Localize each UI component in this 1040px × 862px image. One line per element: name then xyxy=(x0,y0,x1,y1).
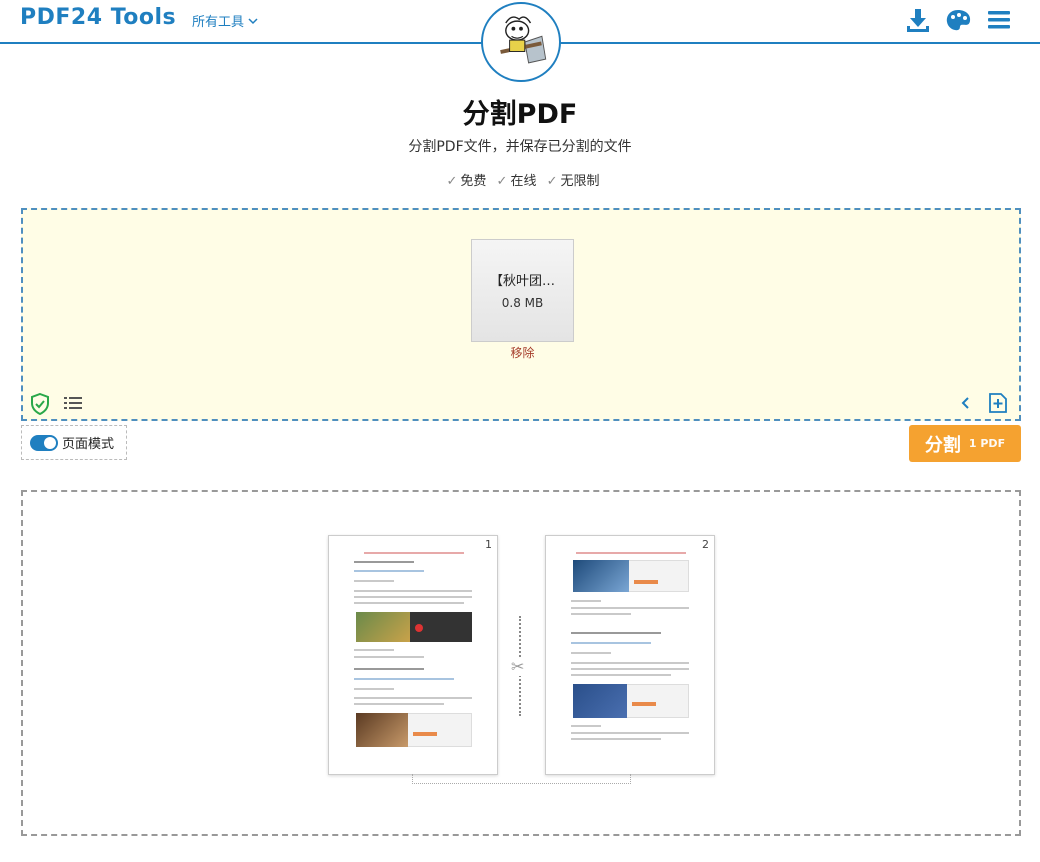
remove-file-button[interactable]: 移除 xyxy=(471,344,574,361)
page-number: 1 xyxy=(485,538,492,551)
split-button[interactable]: 分割 1 PDF xyxy=(909,425,1021,462)
feature-badges: ✓ 免费 ✓ 在线 ✓ 无限制 xyxy=(0,170,1040,189)
all-tools-dropdown[interactable]: 所有工具 xyxy=(192,11,258,30)
page-mode-toggle-box: 页面模式 xyxy=(21,425,127,460)
check-icon: ✓ xyxy=(546,174,558,189)
page-thumbnail-1[interactable]: 1 xyxy=(328,535,498,775)
page-subtitle: 分割PDF文件，并保存已分割的文件 xyxy=(408,139,632,155)
page-title: 分割PDF xyxy=(462,99,578,130)
palette-icon[interactable] xyxy=(944,6,972,34)
file-size: 0.8 MB xyxy=(501,296,544,310)
list-view-icon[interactable] xyxy=(63,395,83,411)
mascot-logo[interactable] xyxy=(481,2,561,82)
page-mode-toggle[interactable] xyxy=(30,434,58,451)
page-mode-label: 页面模式 xyxy=(62,437,115,452)
add-file-icon[interactable] xyxy=(988,392,1008,414)
chevron-down-icon xyxy=(248,17,258,24)
split-count: 1 PDF xyxy=(968,437,1006,450)
check-icon: ✓ xyxy=(446,174,458,189)
split-button-label: 分割 xyxy=(924,434,961,456)
brand-logo-text[interactable]: PDF24 Tools xyxy=(20,5,176,30)
chevron-left-icon[interactable] xyxy=(960,396,972,410)
menu-icon[interactable] xyxy=(985,6,1013,34)
badge-unlimited: 无限制 xyxy=(560,174,600,189)
scissors-icon[interactable]: ✂ xyxy=(511,657,525,676)
check-icon: ✓ xyxy=(496,174,508,189)
file-name: 【秋叶团… xyxy=(489,274,555,289)
download-icon[interactable] xyxy=(904,6,932,34)
mascot-icon xyxy=(500,16,547,64)
file-card[interactable]: 【秋叶团… 0.8 MB xyxy=(471,239,574,342)
file-dropzone[interactable]: 【秋叶团… 0.8 MB 移除 xyxy=(21,208,1021,421)
shield-icon[interactable] xyxy=(30,393,50,415)
badge-free: 免费 xyxy=(460,174,487,189)
all-tools-label: 所有工具 xyxy=(192,15,245,30)
page-thumbnail-2[interactable]: 2 xyxy=(545,535,715,775)
page-group-bracket xyxy=(412,774,631,784)
badge-online: 在线 xyxy=(510,174,537,189)
page-number: 2 xyxy=(702,538,709,551)
page-preview-area: 1 2 ✂ xyxy=(21,490,1021,836)
